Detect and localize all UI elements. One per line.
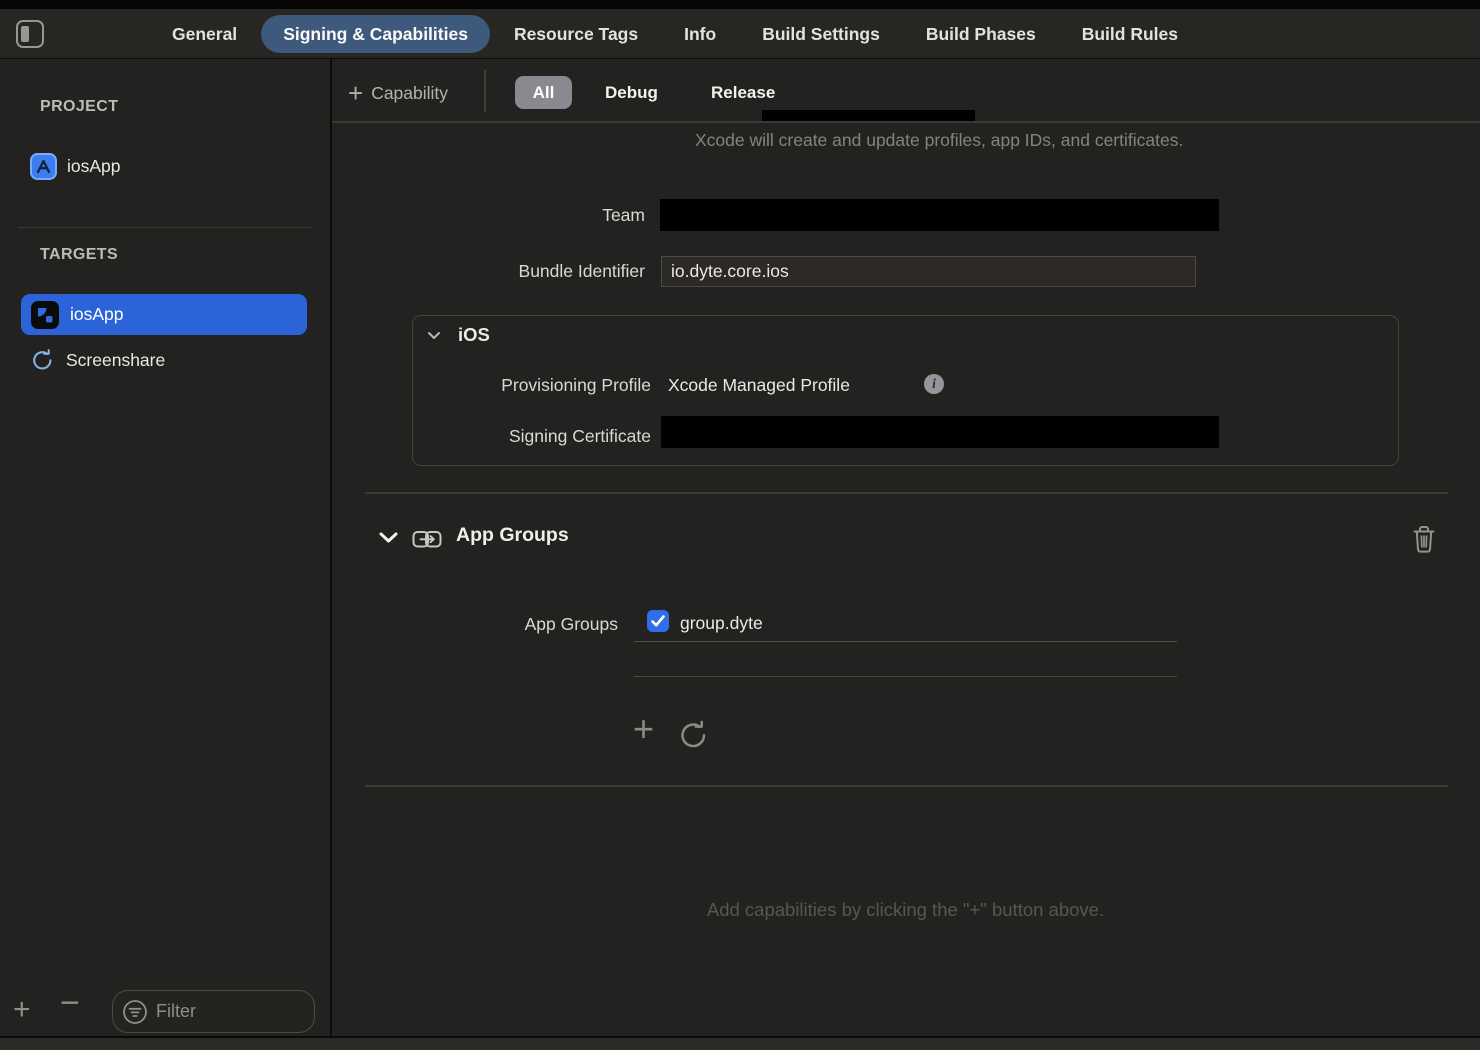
segment-debug[interactable]: Debug	[591, 76, 672, 109]
xcode-window: General Signing & Capabilities Resource …	[0, 0, 1480, 1050]
project-item-label: iosApp	[67, 156, 121, 177]
tab-build-settings[interactable]: Build Settings	[740, 15, 902, 53]
app-groups-capability-icon	[412, 528, 442, 551]
partially-scrolled-redacted-row	[762, 110, 975, 121]
app-groups-section-title: App Groups	[456, 524, 569, 547]
dyte-app-icon	[31, 301, 59, 329]
segment-release[interactable]: Release	[697, 76, 789, 109]
screenshare-extension-icon	[30, 348, 55, 373]
xcode-project-icon	[30, 153, 57, 180]
remove-target-button[interactable]: −	[60, 989, 80, 1017]
app-group-name: group.dyte	[680, 610, 763, 636]
section-divider	[365, 492, 1448, 494]
team-popup-redacted[interactable]	[660, 199, 1219, 231]
tab-build-rules[interactable]: Build Rules	[1060, 15, 1200, 53]
tab-info[interactable]: Info	[662, 15, 738, 53]
section-divider	[365, 785, 1448, 787]
delete-capability-trash-icon[interactable]	[1411, 524, 1437, 555]
ios-disclosure-chevron-icon[interactable]	[427, 331, 441, 340]
signing-certificate-label: Signing Certificate	[420, 423, 651, 449]
sidebar-item-target-iosapp[interactable]: iosApp	[21, 294, 307, 335]
tab-signing-capabilities[interactable]: Signing & Capabilities	[261, 15, 490, 53]
tab-general[interactable]: General	[150, 15, 259, 53]
tab-resource-tags[interactable]: Resource Tags	[492, 15, 660, 53]
sidebar-toggle-button[interactable]	[16, 20, 44, 48]
project-section-header: PROJECT	[40, 98, 118, 116]
targets-section-header: TARGETS	[40, 246, 118, 264]
sidebar-item-project-iosapp[interactable]: iosApp	[30, 150, 121, 182]
filter-icon	[122, 999, 148, 1025]
team-label: Team	[400, 202, 645, 228]
provisioning-profile-label: Provisioning Profile	[420, 372, 651, 398]
bundle-identifier-input[interactable]	[661, 256, 1196, 287]
group-row-underline	[634, 641, 1177, 642]
sidebar-divider	[330, 59, 332, 1037]
provisioning-profile-value: Xcode Managed Profile	[668, 372, 850, 398]
tab-build-phases[interactable]: Build Phases	[904, 15, 1058, 53]
target-item-label: iosApp	[70, 304, 124, 325]
filter-input[interactable]	[156, 1001, 305, 1022]
capability-bar-divider	[484, 70, 486, 112]
info-icon[interactable]: i	[924, 374, 944, 394]
add-capability-label: Capability	[371, 83, 448, 104]
sidebar-item-target-screenshare[interactable]: Screenshare	[30, 344, 165, 376]
empty-capabilities-note: Add capabilities by clicking the "+" but…	[331, 899, 1480, 921]
add-capability-button[interactable]: + Capability	[348, 76, 448, 110]
app-groups-disclosure-chevron-icon[interactable]	[378, 531, 399, 544]
group-row-underline	[634, 676, 1177, 677]
signing-help-note: Xcode will create and update profiles, a…	[695, 127, 1203, 153]
sidebar-section-divider	[18, 227, 312, 228]
add-app-group-button[interactable]: +	[633, 708, 654, 750]
plus-icon: +	[348, 80, 363, 106]
filter-field[interactable]	[112, 990, 315, 1033]
app-group-checkbox[interactable]	[647, 610, 669, 632]
add-target-button[interactable]: +	[13, 996, 31, 1024]
bundle-identifier-label: Bundle Identifier	[400, 258, 645, 284]
ios-section-title: iOS	[458, 324, 490, 346]
capability-bar-bottom-border	[332, 121, 1480, 123]
segment-all[interactable]: All	[515, 76, 572, 109]
target-item-label: Screenshare	[66, 350, 165, 371]
project-editor-tabs: General Signing & Capabilities Resource …	[150, 9, 1200, 59]
debug-bar-top-strip	[0, 1038, 1480, 1050]
checkmark-icon	[650, 614, 666, 628]
refresh-app-groups-button[interactable]	[677, 719, 710, 752]
signing-certificate-redacted	[661, 416, 1219, 448]
sidebar-panel-icon	[21, 26, 29, 42]
editor-tab-bar: General Signing & Capabilities Resource …	[0, 9, 1480, 59]
window-top-edge	[0, 0, 1480, 9]
app-groups-row-label: App Groups	[420, 611, 618, 637]
